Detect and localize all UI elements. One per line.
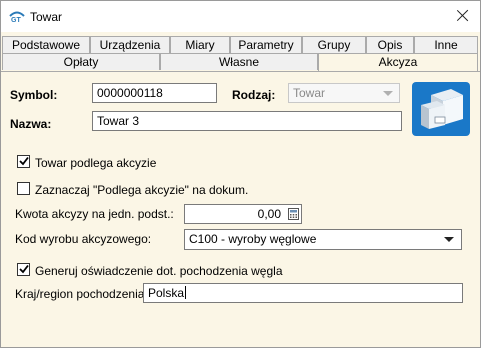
kraj-label: Kraj/region pochodzenia:	[15, 287, 148, 301]
kod-wyrobu-value: C100 - wyroby węglowe	[189, 232, 317, 246]
tab-akcyza[interactable]: Akcyza	[318, 53, 478, 72]
app-logo-icon: GT	[9, 11, 25, 23]
generuj-oswiadczenie-label: Generuj oświadczenie dot. pochodzenia wę…	[35, 264, 283, 278]
title-bar: GT Towar	[1, 1, 480, 32]
kraj-value: Polska	[148, 286, 185, 300]
kwota-field[interactable]: 0,00	[184, 204, 302, 224]
chevron-down-icon	[444, 237, 454, 242]
nazwa-label: Nazwa:	[10, 117, 52, 131]
tab-miary[interactable]: Miary	[170, 36, 230, 53]
kod-wyrobu-label: Kod wyrobu akcyzowego:	[15, 232, 152, 246]
checkmark-icon	[19, 264, 29, 274]
checkmark-icon	[19, 156, 29, 166]
svg-text:GT: GT	[11, 17, 21, 23]
podlega-akcyzie-checkbox[interactable]	[17, 155, 30, 168]
rodzaj-select: Towar	[288, 83, 400, 103]
product-box-icon	[412, 82, 470, 136]
kwota-label: Kwota akcyzy na jedn. podst.:	[15, 207, 174, 221]
tab-grupy[interactable]: Grupy	[302, 36, 366, 53]
kod-wyrobu-select[interactable]: C100 - wyroby węglowe	[184, 229, 462, 250]
tab-content-border	[1, 71, 480, 72]
symbol-field[interactable]: 0000000118	[92, 83, 217, 103]
tab-parametry[interactable]: Parametry	[230, 36, 302, 53]
close-button[interactable]	[452, 5, 474, 27]
chevron-down-icon	[383, 91, 393, 96]
rodzaj-value: Towar	[293, 86, 326, 100]
tab-podstawowe[interactable]: Podstawowe	[2, 36, 90, 53]
product-window: GT Towar Podstawowe Urządzenia Miary Par…	[0, 0, 481, 348]
zaznaczaj-label: Zaznaczaj "Podlega akcyzie" na dokum.	[35, 183, 249, 197]
rodzaj-label: Rodzaj:	[232, 88, 276, 102]
zaznaczaj-checkbox[interactable]	[17, 182, 30, 195]
kraj-field[interactable]: Polska	[143, 283, 463, 303]
symbol-label: Symbol:	[10, 88, 58, 102]
tab-wlasne[interactable]: Własne	[160, 53, 318, 70]
podlega-akcyzie-label: Towar podlega akcyzie	[35, 156, 157, 170]
generuj-oswiadczenie-checkbox[interactable]	[17, 263, 30, 276]
tab-opis[interactable]: Opis	[366, 36, 414, 53]
text-cursor	[185, 286, 187, 299]
tab-oplaty[interactable]: Opłaty	[2, 53, 160, 70]
calculator-icon[interactable]	[288, 208, 299, 220]
tab-urzadzenia[interactable]: Urządzenia	[90, 36, 170, 53]
nazwa-field[interactable]: Towar 3	[92, 111, 402, 131]
tab-inne[interactable]: Inne	[414, 36, 478, 53]
window-title: Towar	[30, 10, 63, 24]
kwota-value: 0,00	[257, 207, 281, 221]
